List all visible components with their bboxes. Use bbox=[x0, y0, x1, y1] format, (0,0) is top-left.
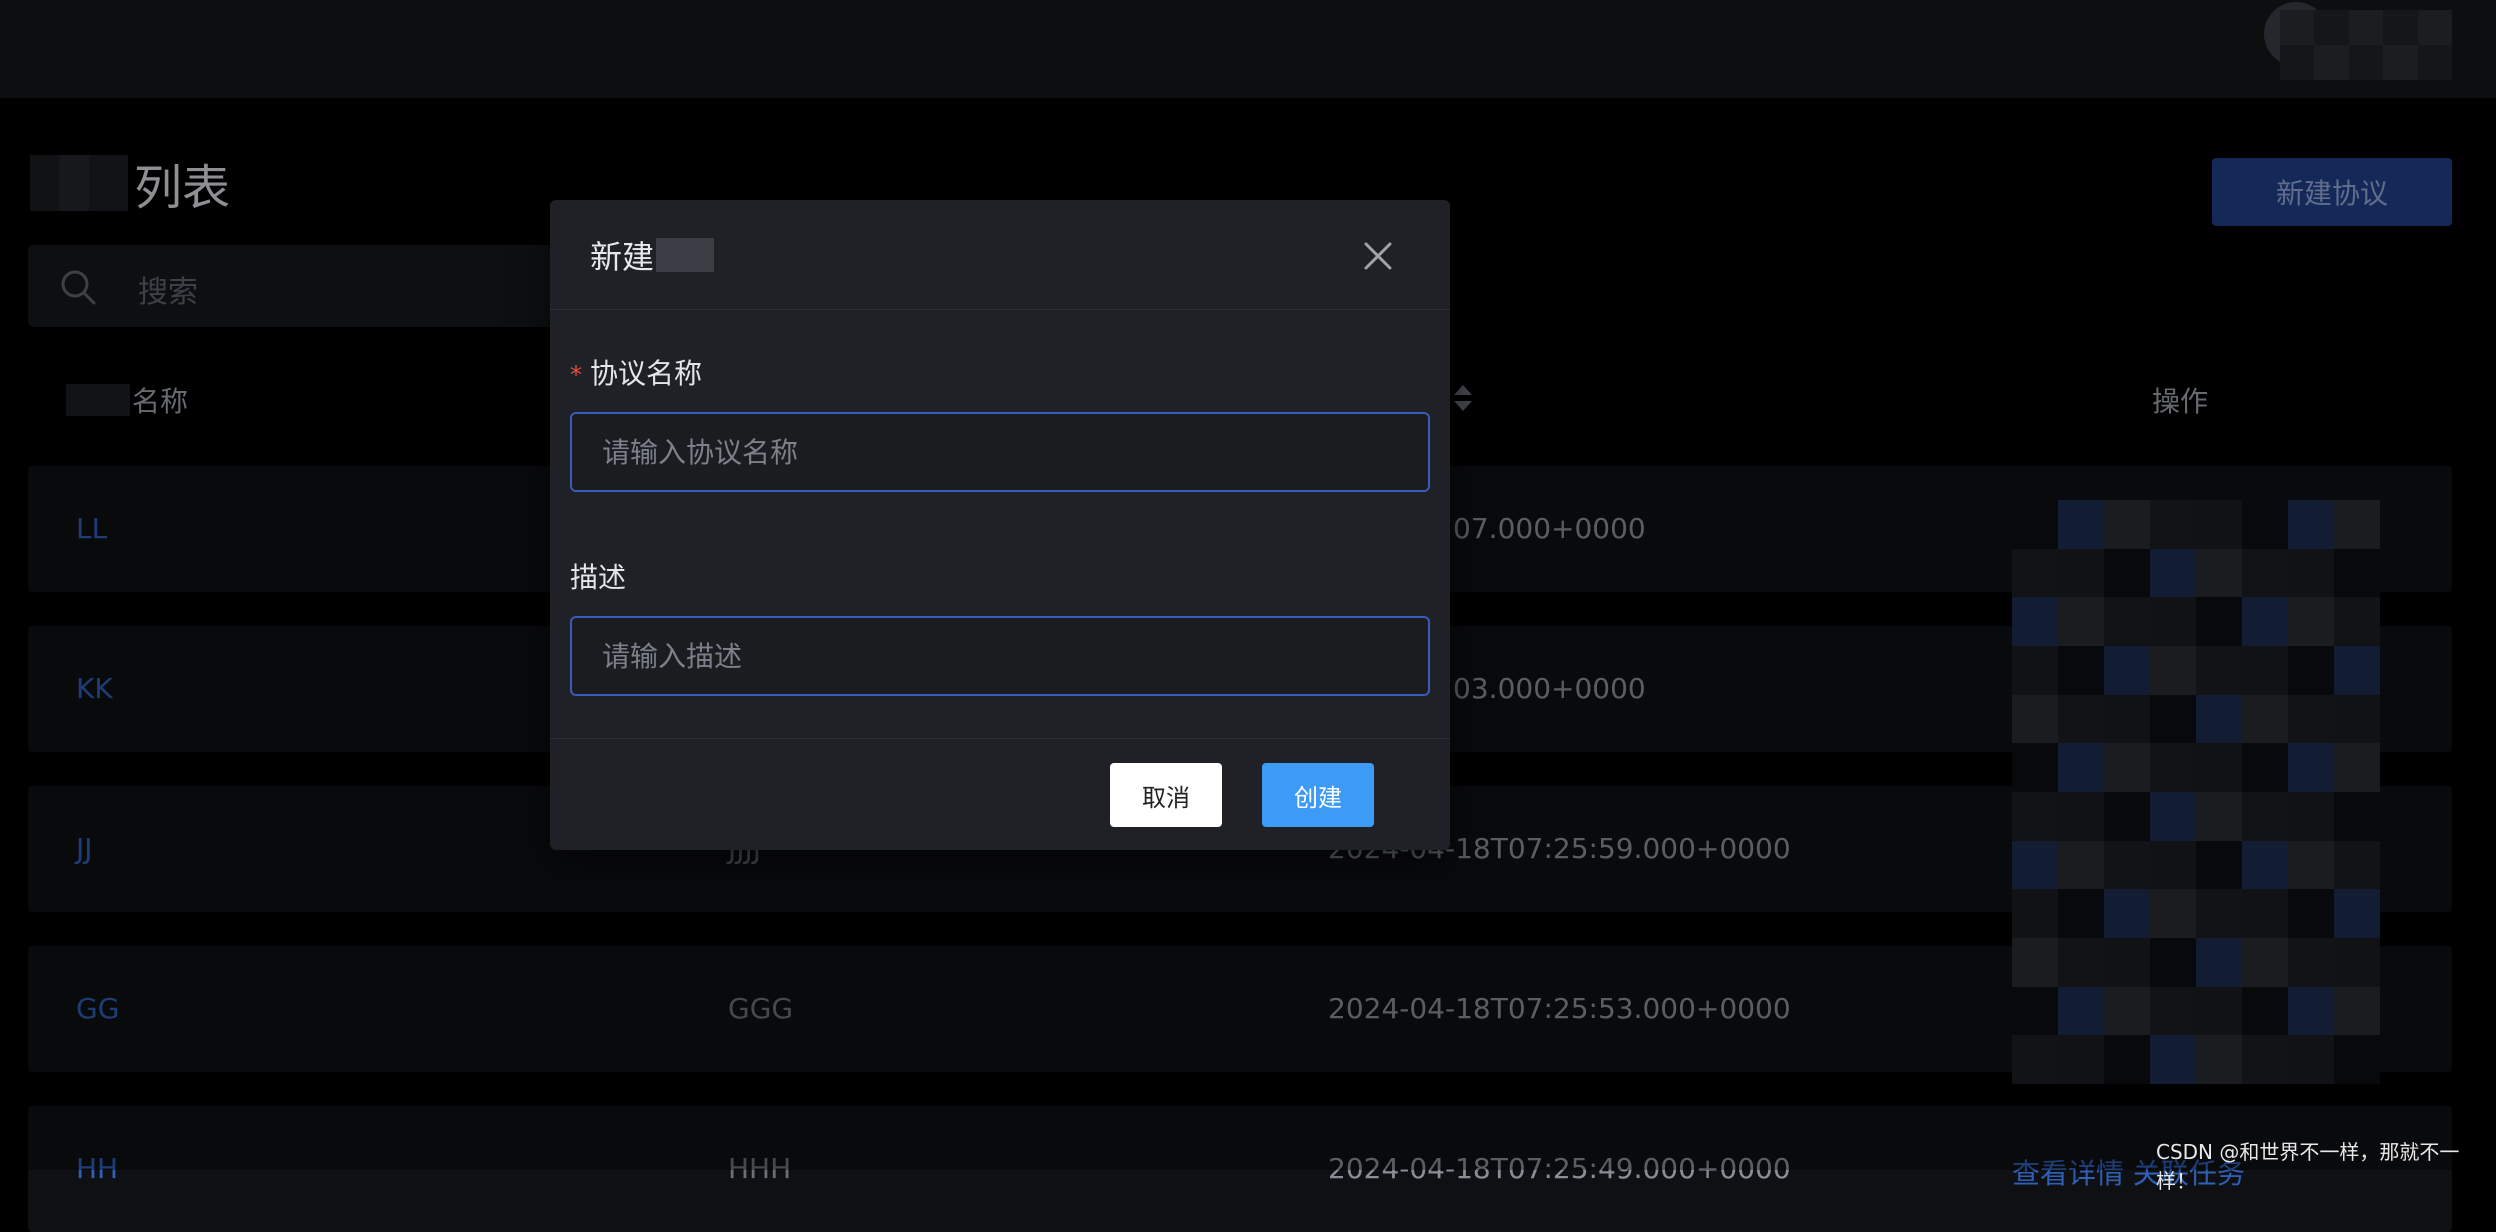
modal-title-text: 新建 bbox=[590, 238, 655, 276]
modal-header: 新建 bbox=[550, 200, 1450, 310]
description-label: 描述 bbox=[570, 561, 627, 594]
protocol-name-label-text: 协议名称 bbox=[590, 357, 703, 390]
new-protocol-modal: 新建 * 协议名称 描述 取消 创建 bbox=[550, 200, 1450, 850]
description-input[interactable] bbox=[570, 616, 1430, 696]
modal-footer: 取消 创建 bbox=[550, 738, 1450, 850]
watermark: CSDN @和世界不一样，那就不一样！ bbox=[2156, 1140, 2460, 1193]
modal-title-mask bbox=[656, 238, 715, 272]
protocol-name-label: * 协议名称 bbox=[570, 352, 702, 392]
close-icon[interactable] bbox=[1360, 238, 1396, 274]
create-button[interactable]: 创建 bbox=[1262, 763, 1374, 827]
modal-title: 新建 bbox=[590, 232, 715, 278]
protocol-name-input[interactable] bbox=[570, 412, 1430, 492]
required-mark: * bbox=[570, 361, 582, 389]
cancel-button[interactable]: 取消 bbox=[1110, 763, 1222, 827]
